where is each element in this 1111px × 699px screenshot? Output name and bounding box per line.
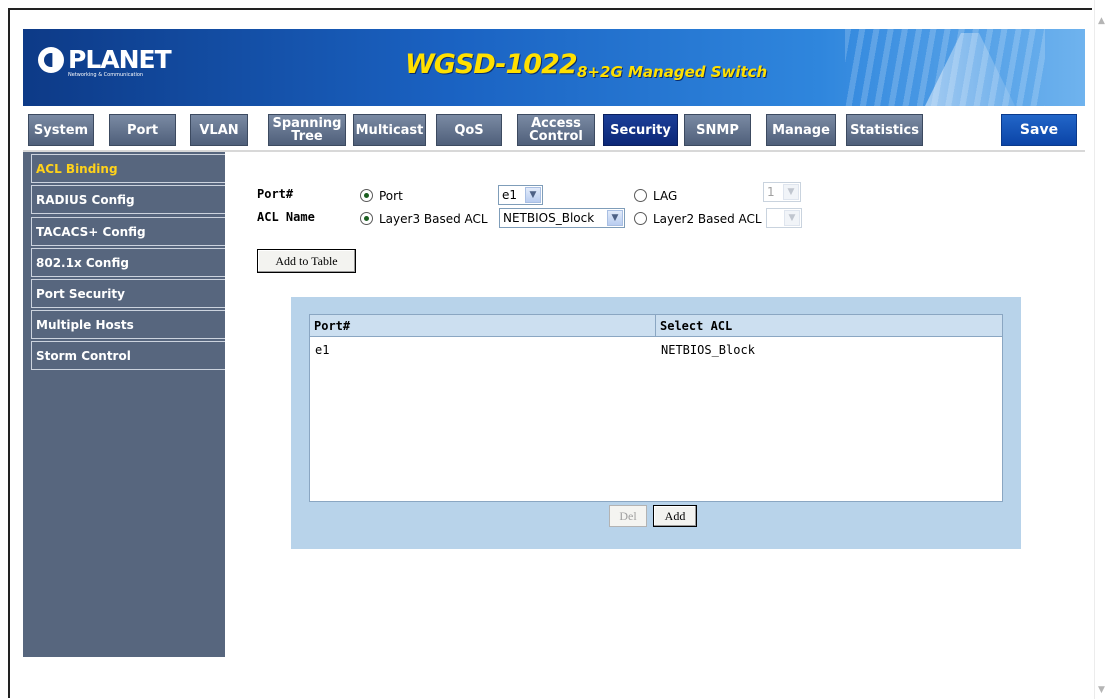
sidebar-item-label: Storm Control: [36, 348, 131, 363]
planet-logo: PLANET Networking & Communication: [38, 45, 172, 78]
acl-name-label: ACL Name: [257, 210, 315, 224]
lag-select-value: 1: [767, 185, 775, 199]
nav-system-label: System: [33, 122, 89, 138]
nav-spanning-tree-label-2: Tree: [291, 129, 323, 144]
lag-select[interactable]: 1 ▼: [763, 182, 801, 202]
port-radio-label: Port: [379, 189, 403, 203]
sidebar-item-label: ACL Binding: [36, 161, 118, 176]
sidebar-item-acl-binding[interactable]: ACL Binding: [31, 154, 238, 183]
layer2-acl-radio[interactable]: [634, 212, 647, 225]
layer2-acl-select[interactable]: ▼: [766, 208, 802, 228]
header-banner: PLANET Networking & Communication WGSD-1…: [23, 29, 1085, 106]
nav-system[interactable]: System: [28, 114, 94, 146]
nav-multicast-label: Multicast: [355, 122, 424, 138]
nav-vlan-label: VLAN: [199, 122, 239, 138]
nav-statistics[interactable]: Statistics: [846, 114, 923, 146]
nav-statistics-label: Statistics: [850, 122, 919, 138]
sidebar-item-label: TACACS+ Config: [36, 224, 146, 239]
nav-access-control-label-2: Control: [529, 129, 583, 144]
nav-security-label: Security: [610, 122, 671, 138]
layer2-acl-radio-label: Layer2 Based ACL: [653, 212, 762, 226]
column-header-select-acl: Select ACL: [656, 315, 1002, 337]
port-radio[interactable]: [360, 189, 373, 202]
scroll-down-icon[interactable]: ▼: [1098, 685, 1105, 695]
logo-text: PLANET: [68, 45, 172, 74]
vertical-scrollbar[interactable]: ▲ ▼: [1094, 0, 1111, 699]
chevron-down-icon: ▼: [607, 210, 623, 226]
sidebar-item-label: RADIUS Config: [36, 192, 135, 207]
nav-port-label: Port: [126, 122, 159, 138]
main-content: Port# ACL Name Port e1 ▼ LAG 1 ▼ Layer3 …: [225, 152, 1085, 657]
row-acl: NETBIOS_Block: [661, 343, 755, 357]
nav-access-control[interactable]: Access Control: [517, 114, 595, 146]
product-description: 8+2G Managed Switch: [577, 63, 768, 81]
top-navigation: System Port VLAN Spanning Tree Multicast…: [23, 106, 1085, 152]
nav-manage[interactable]: Manage: [766, 114, 836, 146]
column-header-port: Port#: [310, 315, 656, 337]
del-button[interactable]: Del: [609, 505, 647, 527]
layer3-acl-select[interactable]: NETBIOS_Block ▼: [499, 208, 625, 228]
nav-port[interactable]: Port: [109, 114, 176, 146]
layer3-acl-radio-label: Layer3 Based ACL: [379, 212, 488, 226]
acl-binding-table: Port# Select ACL e1 NETBIOS_Block: [309, 314, 1003, 502]
sidebar-item-label: 802.1x Config: [36, 255, 129, 270]
add-to-table-button[interactable]: Add to Table: [257, 249, 356, 273]
sidebar: ACL Binding RADIUS Config TACACS+ Config…: [23, 152, 238, 657]
del-button-label: Del: [619, 508, 637, 523]
nav-snmp-label: SNMP: [696, 122, 739, 138]
table-footer: Del Add: [309, 502, 1003, 528]
sidebar-item-label: Multiple Hosts: [36, 317, 134, 332]
table-row[interactable]: e1 NETBIOS_Block: [310, 341, 1002, 359]
lag-radio[interactable]: [634, 189, 647, 202]
nav-vlan[interactable]: VLAN: [190, 114, 248, 146]
nav-security[interactable]: Security: [603, 114, 678, 146]
chevron-down-icon: ▼: [784, 210, 800, 226]
scroll-up-icon[interactable]: ▲: [1098, 16, 1105, 26]
planet-logo-icon: [38, 47, 64, 73]
product-model: WGSD-1022: [405, 49, 578, 80]
sidebar-item-radius-config[interactable]: RADIUS Config: [31, 185, 238, 214]
sidebar-item-tacacs-config[interactable]: TACACS+ Config: [31, 217, 238, 246]
chevron-down-icon: ▼: [783, 184, 799, 200]
add-to-table-button-label: Add to Table: [275, 253, 338, 268]
port-select-value: e1: [502, 188, 518, 202]
sidebar-item-8021x-config[interactable]: 802.1x Config: [31, 248, 238, 277]
logo-tagline: Networking & Communication: [68, 72, 144, 78]
port-label: Port#: [257, 187, 294, 201]
chevron-down-icon: ▼: [525, 187, 541, 203]
layer3-acl-select-value: NETBIOS_Block: [503, 211, 595, 225]
port-select[interactable]: e1 ▼: [498, 185, 543, 205]
row-port: e1: [315, 343, 330, 357]
sidebar-item-multiple-hosts[interactable]: Multiple Hosts: [31, 310, 238, 339]
acl-binding-table-panel: Port# Select ACL e1 NETBIOS_Block Del Ad…: [291, 297, 1021, 549]
save-button-label: Save: [1019, 121, 1059, 138]
layer3-acl-radio[interactable]: [360, 212, 373, 225]
nav-manage-label: Manage: [772, 122, 830, 138]
add-button-label: Add: [664, 508, 686, 523]
sidebar-item-label: Port Security: [36, 286, 125, 301]
nav-snmp[interactable]: SNMP: [684, 114, 751, 146]
sidebar-item-port-security[interactable]: Port Security: [31, 279, 238, 308]
nav-qos[interactable]: QoS: [436, 114, 502, 146]
add-button[interactable]: Add: [653, 505, 697, 527]
lag-radio-label: LAG: [653, 189, 678, 203]
nav-multicast[interactable]: Multicast: [353, 114, 426, 146]
nav-spanning-tree[interactable]: Spanning Tree: [268, 114, 346, 146]
nav-qos-label: QoS: [454, 122, 484, 138]
sidebar-item-storm-control[interactable]: Storm Control: [31, 341, 238, 370]
save-button[interactable]: Save: [1001, 114, 1077, 146]
